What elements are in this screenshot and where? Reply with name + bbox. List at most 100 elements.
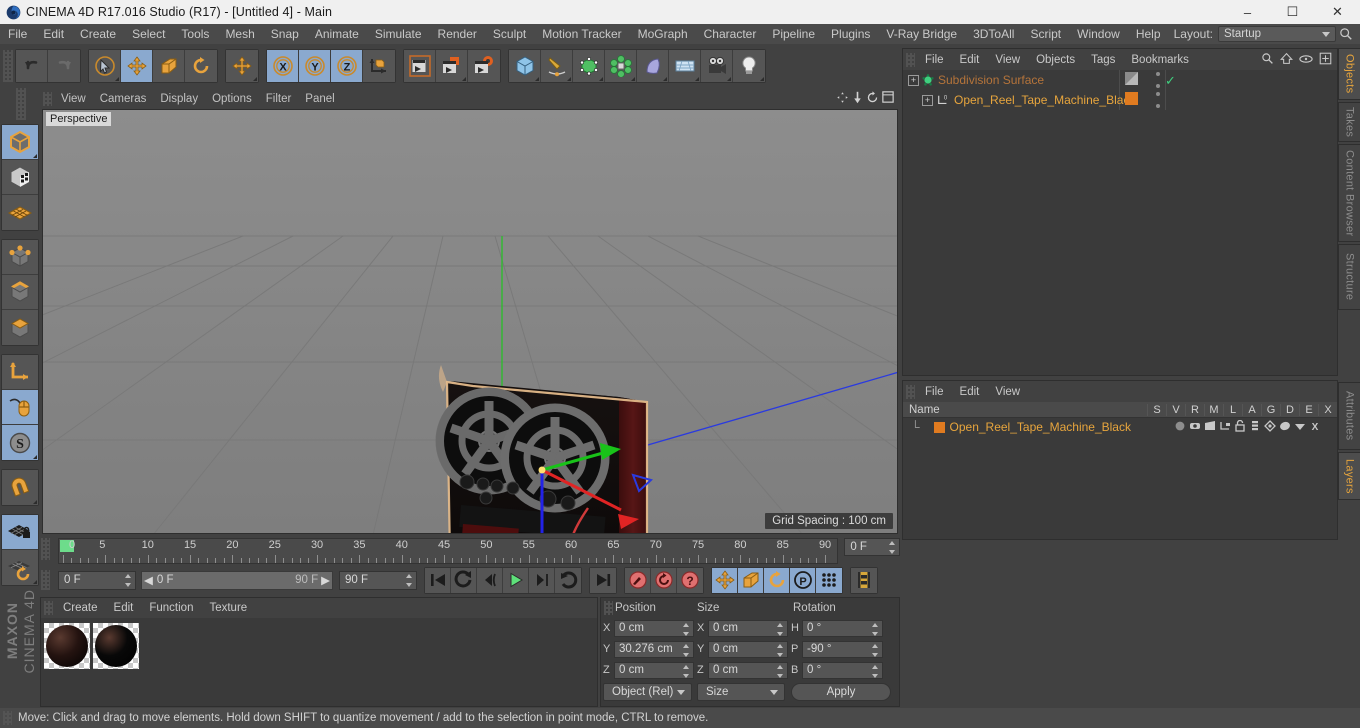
go-to-previous-key-button[interactable] (451, 567, 477, 593)
viewport-menu-view[interactable]: View (54, 89, 93, 109)
minimize-button[interactable]: – (1225, 0, 1270, 24)
search-icon[interactable] (1261, 52, 1274, 68)
lock-z-axis-button[interactable]: Z (331, 50, 363, 82)
viewport-menu-cameras[interactable]: Cameras (93, 89, 154, 109)
layer-column-v[interactable]: V (1166, 403, 1185, 416)
object-menu-edit[interactable]: Edit (952, 50, 988, 70)
menu-render[interactable]: Render (430, 24, 485, 44)
rotation-p-field[interactable]: -90 ° (802, 640, 883, 658)
menu-edit[interactable]: Edit (35, 24, 72, 44)
menu-tools[interactable]: Tools (173, 24, 217, 44)
move-tool-button[interactable] (121, 50, 153, 82)
dropdown-corner-icon[interactable] (631, 77, 635, 81)
layer-column-x[interactable]: X (1318, 403, 1337, 416)
layer-row[interactable]: └ Open_Reel_Tape_Machine_Black X (903, 418, 1337, 436)
play-button[interactable] (503, 567, 529, 593)
spinner-icon[interactable] (406, 573, 413, 587)
visibility-dots[interactable] (1155, 72, 1160, 88)
lock-y-axis-button[interactable]: Y (299, 50, 331, 82)
render-view-button[interactable] (404, 50, 436, 82)
object-menu-file[interactable]: File (917, 50, 952, 70)
tab-objects[interactable]: Objects (1338, 48, 1360, 100)
keyframe-selection-button[interactable]: ? (677, 567, 703, 593)
layer-column-r[interactable]: R (1185, 403, 1204, 416)
expression-icon[interactable] (1294, 420, 1306, 435)
material-item[interactable] (93, 623, 139, 669)
dropdown-corner-icon[interactable] (462, 77, 466, 81)
layer-column-s[interactable]: S (1147, 403, 1166, 416)
layer-menu-file[interactable]: File (917, 382, 952, 402)
dropdown-corner-icon[interactable] (33, 455, 37, 459)
spinner-icon[interactable] (889, 541, 896, 554)
model-object-mode-button[interactable] (2, 160, 38, 195)
eye-icon[interactable] (1299, 53, 1313, 67)
light-button[interactable] (733, 50, 765, 82)
position-x-field[interactable]: 0 cm (614, 619, 694, 637)
spinner-icon[interactable] (872, 622, 879, 636)
view-icon[interactable] (1189, 420, 1201, 435)
spinner-icon[interactable] (683, 622, 690, 636)
tab-content-browser[interactable]: Content Browser (1338, 144, 1360, 242)
manager-icon[interactable] (1219, 420, 1231, 435)
rotate-icon[interactable] (866, 90, 879, 107)
menu-sculpt[interactable]: Sculpt (485, 24, 534, 44)
spinner-icon[interactable] (872, 643, 879, 657)
material-menu-texture[interactable]: Texture (201, 598, 255, 618)
deformer-icon[interactable] (1279, 420, 1291, 435)
layout-dropdown[interactable]: Startup (1218, 26, 1336, 42)
render-settings-button[interactable] (468, 50, 500, 82)
toolbar-grip[interactable] (3, 50, 13, 82)
dropdown-corner-icon[interactable] (535, 77, 539, 81)
dropdown-corner-icon[interactable] (599, 77, 603, 81)
nurbs-button[interactable] (573, 50, 605, 82)
generator-icon[interactable] (1264, 419, 1276, 435)
layer-column-g[interactable]: G (1261, 403, 1280, 416)
menu-script[interactable]: Script (1022, 24, 1069, 44)
object-axis-button[interactable] (2, 355, 38, 390)
viewport-menu-options[interactable]: Options (205, 89, 259, 109)
size-mode-dropdown[interactable]: Size (697, 683, 785, 701)
live-selection-button[interactable] (89, 50, 121, 82)
menu-pipeline[interactable]: Pipeline (764, 24, 823, 44)
timeline-range-slider[interactable]: ◀ 0 F 90 F ▶ (141, 570, 333, 590)
go-to-next-key-button[interactable] (555, 567, 581, 593)
size-x-field[interactable]: 0 cm (708, 619, 788, 637)
rotate-tool-button[interactable] (185, 50, 217, 82)
viewport-menu-panel[interactable]: Panel (298, 89, 341, 109)
timeline-filmstrip-button[interactable] (851, 567, 877, 593)
left-toolbar-grip[interactable] (15, 88, 26, 120)
tab-attributes[interactable]: Attributes (1338, 382, 1360, 450)
dropdown-corner-icon[interactable] (663, 77, 667, 81)
spinner-icon[interactable] (683, 643, 690, 657)
dropdown-corner-icon[interactable] (253, 77, 257, 81)
spinner-icon[interactable] (683, 664, 690, 678)
spinner-icon[interactable] (777, 643, 784, 657)
camera-button[interactable] (701, 50, 733, 82)
polygons-mode-button[interactable] (2, 310, 38, 345)
menu-create[interactable]: Create (72, 24, 124, 44)
scale-tool-button[interactable] (153, 50, 185, 82)
workplane-lock-button[interactable] (2, 515, 38, 550)
edges-mode-button[interactable] (2, 275, 38, 310)
size-y-field[interactable]: 0 cm (708, 640, 788, 658)
display-tag-icon[interactable] (1125, 72, 1138, 88)
xref-icon[interactable]: X (1309, 420, 1321, 435)
record-active-objects-button[interactable] (625, 567, 651, 593)
menu-snap[interactable]: Snap (263, 24, 307, 44)
make-editable-button[interactable] (2, 125, 38, 160)
layer-menu-edit[interactable]: Edit (952, 382, 988, 402)
render-icon[interactable] (1204, 420, 1216, 435)
menu-mograph[interactable]: MoGraph (630, 24, 696, 44)
dropdown-corner-icon[interactable] (727, 77, 731, 81)
position-y-field[interactable]: 30.276 cm (614, 640, 694, 658)
floor-scene-button[interactable] (669, 50, 701, 82)
parameter-key-button[interactable]: P (790, 567, 816, 593)
menu-mesh[interactable]: Mesh (217, 24, 262, 44)
start-frame-field[interactable]: 0 F (58, 570, 136, 590)
layer-column-m[interactable]: M (1204, 403, 1223, 416)
layer-column-l[interactable]: L (1223, 403, 1242, 416)
menu-help[interactable]: Help (1128, 24, 1169, 44)
redo-button[interactable] (48, 50, 80, 82)
viewport-grip[interactable] (43, 91, 52, 106)
viewport-menu-filter[interactable]: Filter (259, 89, 299, 109)
